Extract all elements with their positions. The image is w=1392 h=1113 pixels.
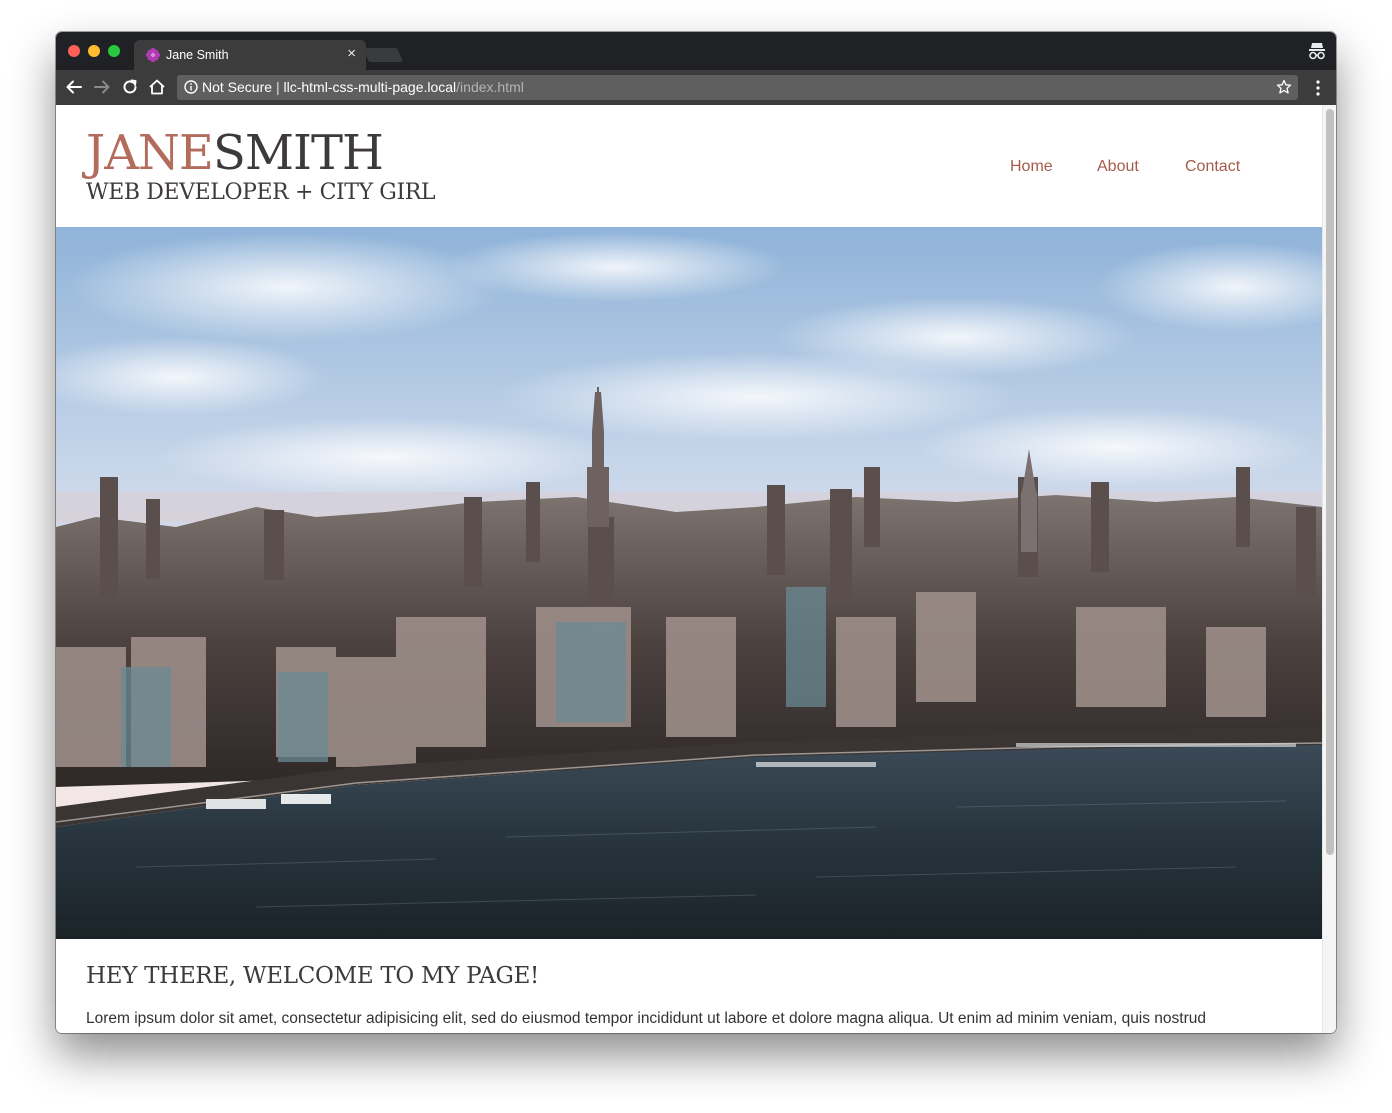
hero-city-skyline-image	[56, 227, 1322, 939]
reload-icon[interactable]	[121, 78, 139, 96]
arrow-right-icon[interactable]	[93, 78, 111, 96]
logo-first-name: JANE	[86, 125, 214, 181]
url-host: llc-html-css-multi-page.local	[283, 79, 457, 95]
intro-paragraph: Lorem ipsum dolor sit amet, consectetur …	[86, 1010, 1207, 1027]
tab-title: Jane Smith	[166, 48, 229, 62]
tab-jane-smith[interactable]: Jane Smith ×	[134, 40, 366, 70]
vertical-scrollbar[interactable]	[1322, 105, 1336, 1033]
url-path: /index.html	[456, 79, 524, 95]
home-icon[interactable]	[148, 78, 166, 96]
nav-link-about[interactable]: About	[1097, 157, 1139, 177]
star-icon[interactable]	[1276, 79, 1292, 95]
nav-link-home[interactable]: Home	[1010, 157, 1053, 177]
site-header: JANESMITH WEB DEVELOPER + CITY GIRL Home…	[56, 105, 1322, 227]
security-label: Not Secure	[202, 79, 273, 95]
tab-strip: Jane Smith ×	[56, 32, 1336, 70]
site-logo[interactable]: JANESMITH	[86, 125, 384, 181]
browser-toolbar: Not Secure | llc-html-css-multi-page.loc…	[56, 70, 1336, 105]
favicon-flower-icon	[145, 47, 161, 63]
close-window-button[interactable]	[68, 45, 80, 57]
page-viewport[interactable]: JANESMITH WEB DEVELOPER + CITY GIRL Home…	[56, 105, 1336, 1033]
scrollbar-thumb[interactable]	[1326, 109, 1334, 855]
arrow-left-icon[interactable]	[65, 78, 83, 96]
kebab-menu-icon[interactable]	[1314, 79, 1322, 97]
info-icon[interactable]	[184, 80, 198, 94]
url-separator: |	[275, 79, 280, 95]
nav-link-contact[interactable]: Contact	[1185, 157, 1240, 177]
maximize-window-button[interactable]	[108, 45, 120, 57]
site-tagline: WEB DEVELOPER + CITY GIRL	[86, 180, 436, 205]
browser-window: Jane Smith × Not Secure | llc-html-css-m…	[56, 32, 1336, 1033]
welcome-heading: HEY THERE, WELCOME TO MY PAGE!	[86, 963, 539, 989]
logo-last-name: SMITH	[212, 125, 384, 181]
incognito-icon[interactable]	[1308, 41, 1326, 61]
tab-close-icon[interactable]: ×	[347, 46, 356, 62]
minimize-window-button[interactable]	[88, 45, 100, 57]
address-bar[interactable]: Not Secure | llc-html-css-multi-page.loc…	[177, 75, 1298, 100]
new-tab-button[interactable]	[363, 48, 403, 62]
url-text[interactable]: Not Secure | llc-html-css-multi-page.loc…	[202, 79, 524, 96]
